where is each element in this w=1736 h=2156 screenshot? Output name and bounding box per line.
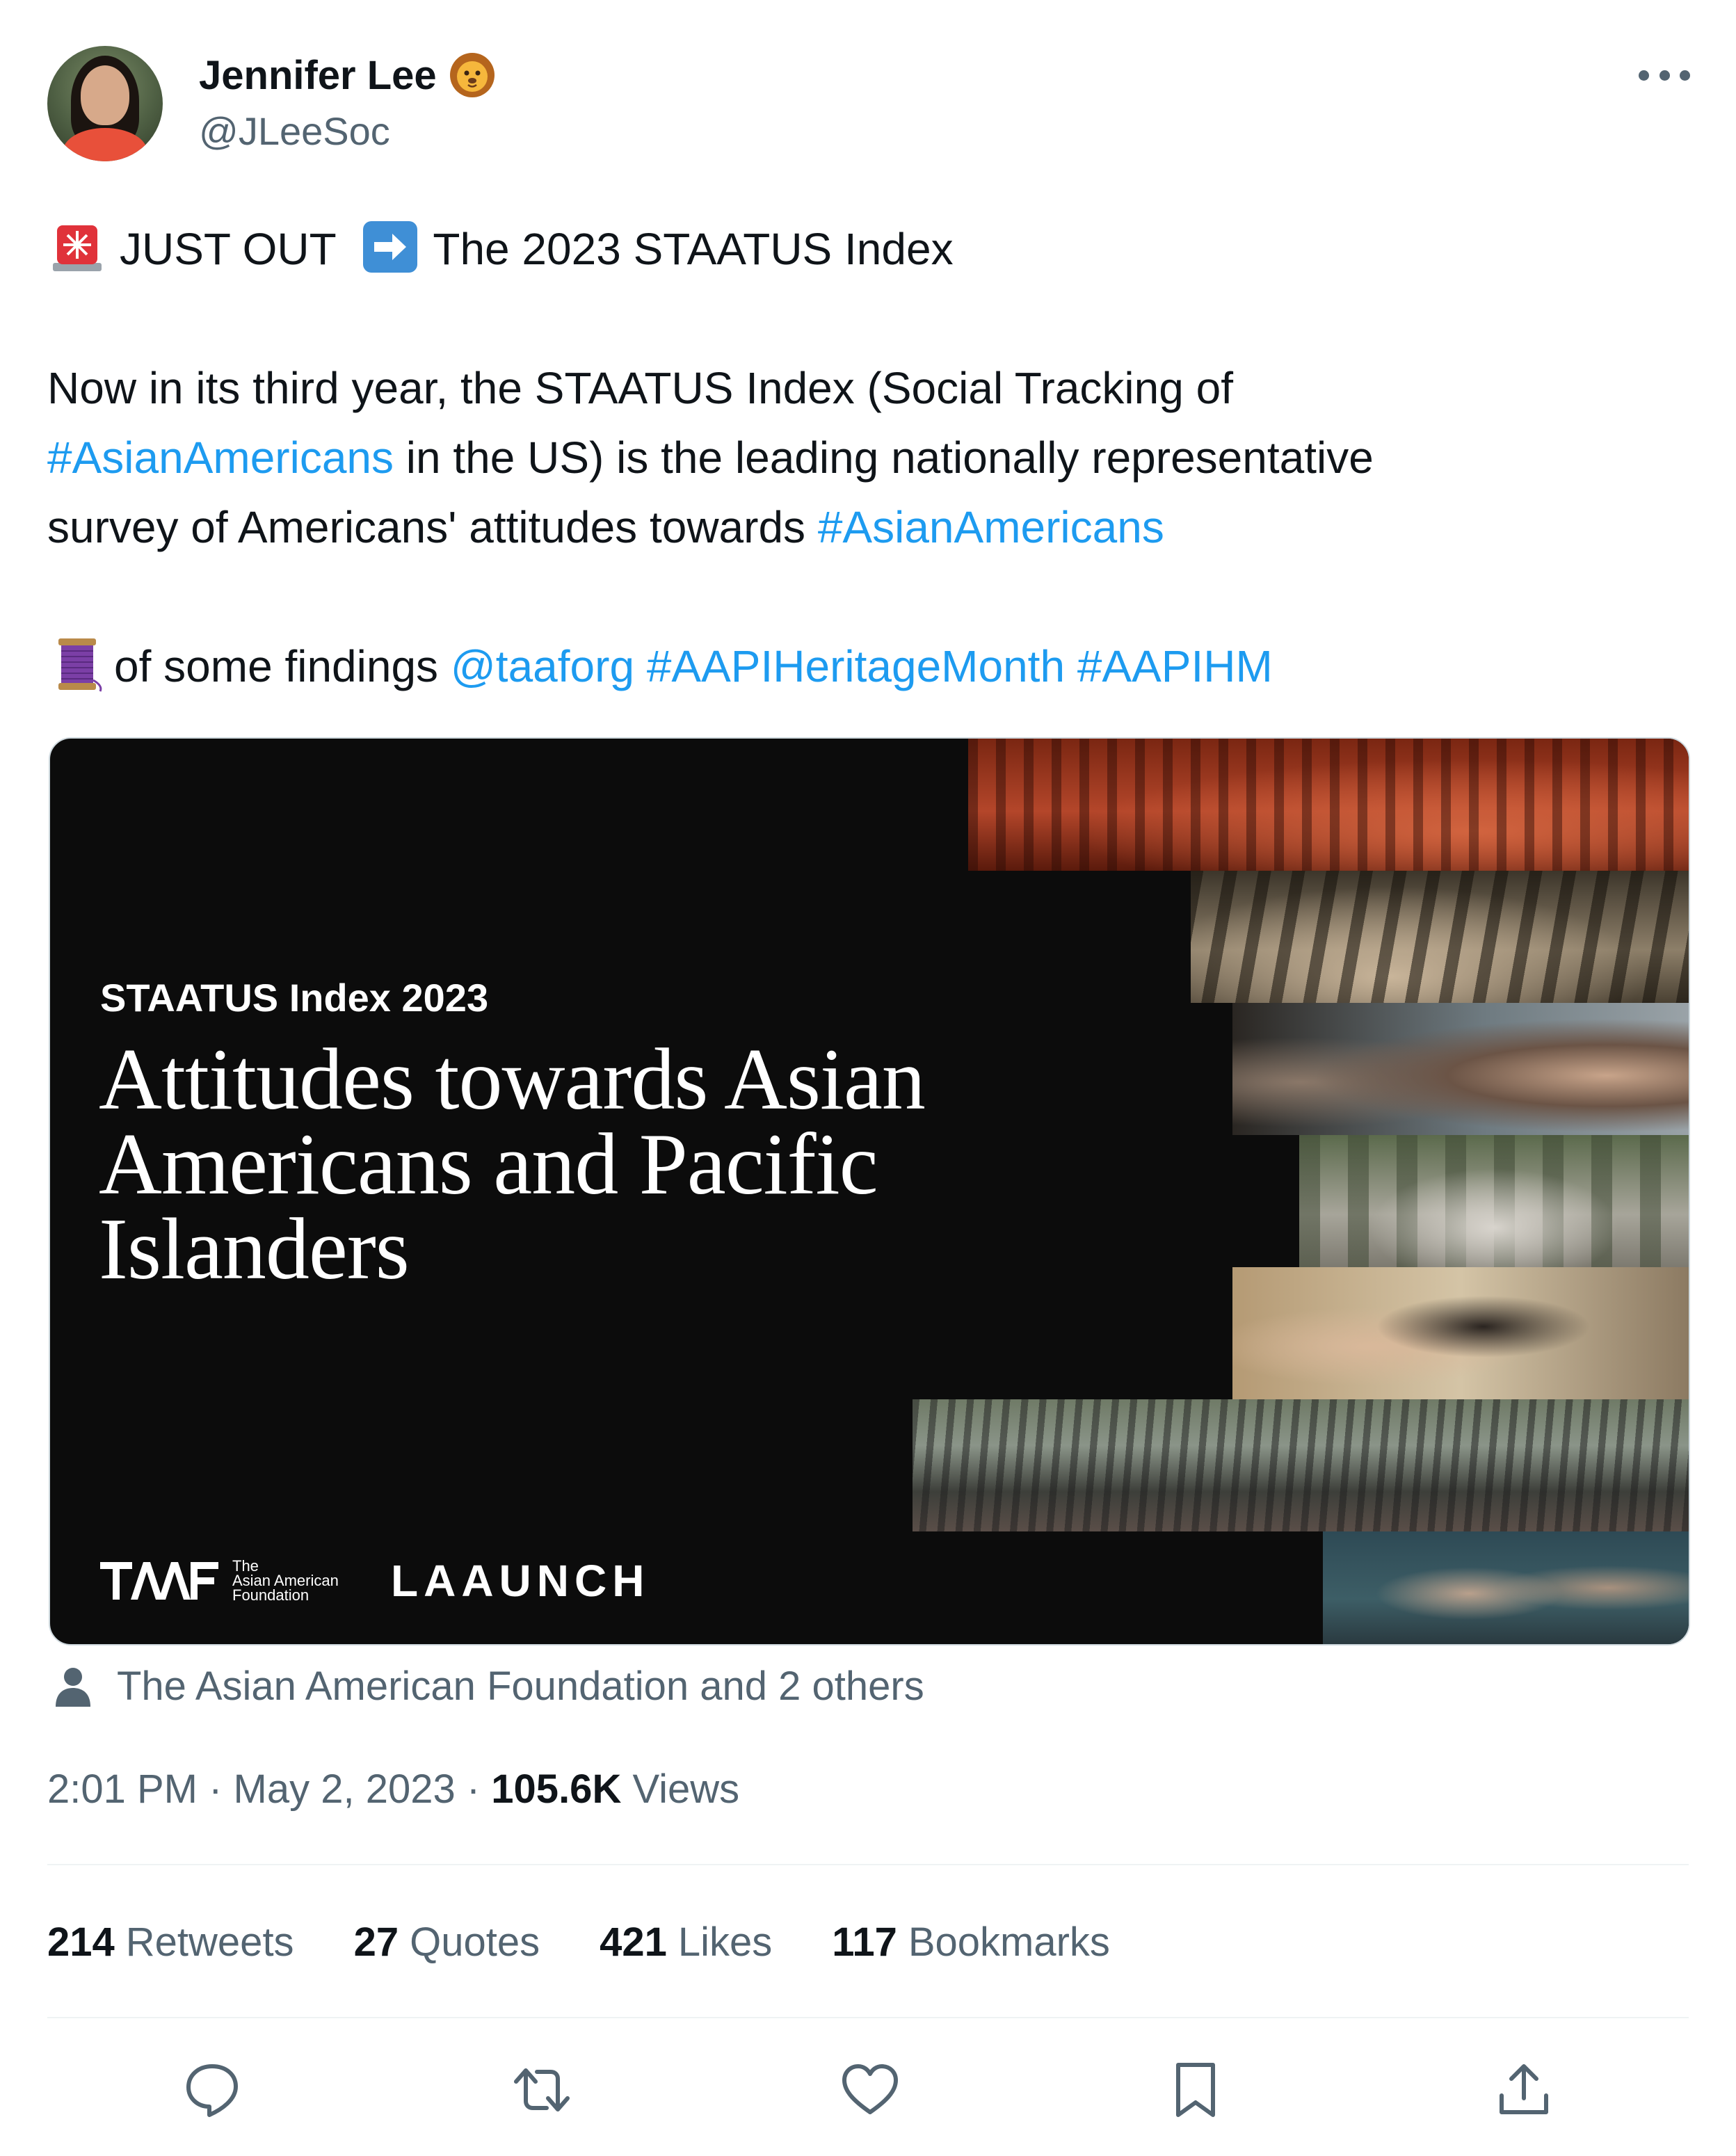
hashtag-asianamericans-link[interactable]: #AsianAmericans <box>47 433 394 483</box>
mention-taaforg-link[interactable]: @taaforg <box>451 641 634 691</box>
divider-bottom <box>47 2017 1689 2018</box>
hashtag-asianamericans-link-2[interactable]: #AsianAmericans <box>818 502 1164 552</box>
media-card[interactable]: STAATUS Index 2023 Attitudes towards Asi… <box>49 737 1690 1646</box>
tweet-line-5: of some findings @taaforg #AAPIHeritageM… <box>47 631 1689 701</box>
retweet-button[interactable] <box>511 2059 573 2121</box>
tweet-line-5-text: of some findings <box>114 641 451 691</box>
photo-students-working <box>1232 1267 1689 1399</box>
tweet-date[interactable]: May 2, 2023 <box>234 1767 456 1812</box>
bookmark-icon <box>1176 2063 1215 2117</box>
tweet-line-1: JUST OUT The 2023 STAATUS Index <box>47 214 1689 284</box>
retweets-stat[interactable]: 214 Retweets <box>47 1918 294 1967</box>
bookmarks-stat[interactable]: 117 Bookmarks <box>832 1918 1110 1967</box>
photo-group-hug <box>1299 1135 1689 1267</box>
avatar[interactable] <box>47 46 163 161</box>
right-arrow-icon <box>363 221 418 273</box>
photo-rally-crowd <box>1191 871 1689 1003</box>
author-handle[interactable]: @JLeeSoc <box>199 107 390 156</box>
avatar-face <box>81 65 129 125</box>
photo-protest-crowd-red <box>968 739 1689 871</box>
media-kicker: STAATUS Index 2023 <box>100 976 489 1020</box>
rotating-light-icon <box>53 225 102 271</box>
media-headline: Attitudes towards Asian Americans and Pa… <box>99 1031 926 1298</box>
hashtag-aapiheritagemonth-link[interactable]: #AAPIHeritageMonth <box>647 641 1065 691</box>
just-out-text: JUST OUT <box>120 224 336 274</box>
photo-family-portrait <box>1323 1531 1689 1644</box>
taaf-logo: The Asian American Foundation <box>100 1558 339 1602</box>
taaf-wordmark: The Asian American Foundation <box>232 1556 339 1604</box>
photo-elder-portrait <box>1232 1003 1689 1135</box>
laaunch-logo: LAAUNCH <box>391 1556 650 1606</box>
hashtag-aapihm-link[interactable]: #AAPIHM <box>1077 641 1273 691</box>
tweet-time[interactable]: 2:01 PM <box>47 1767 198 1812</box>
likes-stat[interactable]: 421 Likes <box>600 1918 772 1967</box>
thread-spool-icon <box>58 638 102 692</box>
divider-top <box>47 1864 1689 1865</box>
tagged-text[interactable]: The Asian American Foundation and 2 othe… <box>117 1662 924 1711</box>
tweet-line-3-text: in the US) is the leading nationally rep… <box>394 433 1374 483</box>
author-name-row[interactable]: Jennifer Lee <box>199 50 497 100</box>
reply-icon <box>186 2064 238 2117</box>
taaf-mark-icon <box>100 1562 218 1600</box>
person-icon <box>56 1668 90 1707</box>
retweet-icon <box>514 2068 570 2111</box>
share-button[interactable] <box>1493 2059 1555 2121</box>
tweet-line-2: Now in its third year, the STAATUS Index… <box>47 363 1233 413</box>
lion-face-icon <box>449 53 495 97</box>
tweet-text: JUST OUT The 2023 STAATUS Index Now in i… <box>47 214 1689 701</box>
index-title-text: The 2023 STAATUS Index <box>433 224 954 274</box>
like-button[interactable] <box>839 2059 901 2121</box>
tweet-line-4: survey of Americans' attitudes towards #… <box>47 492 1689 562</box>
tweet-meta: 2:01 PM · May 2, 2023 · 105.6K Views <box>47 1767 740 1812</box>
views-label: Views <box>621 1767 740 1812</box>
share-icon <box>1500 2064 1548 2114</box>
tweet-line-3: #AsianAmericans in the US) is the leadin… <box>47 423 1689 492</box>
reply-button[interactable] <box>181 2059 243 2121</box>
quotes-stat[interactable]: 27 Quotes <box>354 1918 540 1967</box>
views-count: 105.6K <box>491 1767 622 1812</box>
tweet-line-4-text: survey of Americans' attitudes towards <box>47 502 818 552</box>
photo-park-crowd <box>913 1399 1689 1531</box>
like-icon <box>842 2064 898 2114</box>
action-bar <box>0 2059 1736 2121</box>
bookmark-button[interactable] <box>1164 2059 1227 2121</box>
more-options-icon[interactable] <box>1639 61 1690 89</box>
engagement-stats: 214 Retweets 27 Quotes 421 Likes 117 Bookmar… <box>47 1918 1170 1967</box>
author-display-name[interactable]: Jennifer Lee <box>199 53 437 98</box>
tagged-users[interactable]: The Asian American Foundation and 2 othe… <box>51 1662 924 1711</box>
